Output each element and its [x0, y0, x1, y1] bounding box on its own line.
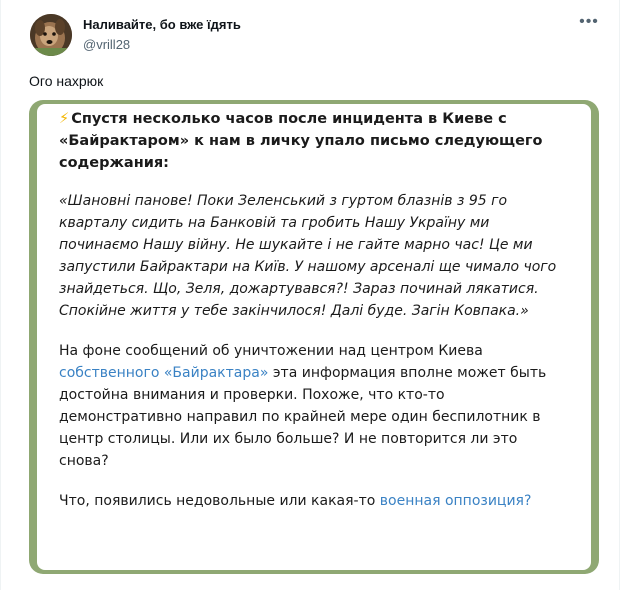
author-handle[interactable]: @vrill28 [83, 37, 130, 52]
embedded-image[interactable]: ⚡ Спустя несколько часов после инцидента … [29, 100, 599, 574]
headline-text: Спустя несколько часов после инцидента в… [59, 111, 543, 171]
lightning-icon: ⚡ [59, 111, 70, 127]
post-panel: ⚡ Спустя несколько часов после инцидента … [37, 104, 591, 570]
tweet-text: Ого нахрюк [29, 73, 104, 89]
post-content: ⚡ Спустя несколько часов после инцидента … [59, 108, 569, 530]
paragraph-2-start: Что, появились недовольные или какая-то [59, 493, 380, 509]
link-own-bayraktar[interactable]: собственного «Байрактара» [59, 365, 268, 381]
quoted-letter: «Шановні панове! Поки Зеленський з гурто… [59, 193, 557, 319]
tweet: Наливайте, бо вже їдять @vrill28 ••• Ого… [0, 0, 620, 590]
paragraph-1-start: На фоне сообщений об уничтожении над цен… [59, 343, 483, 359]
paragraph-1: На фоне сообщений об уничтожении над цен… [59, 340, 569, 472]
dog-avatar-icon [30, 14, 72, 56]
avatar[interactable] [30, 14, 72, 56]
paragraph-2: Что, появились недовольные или какая-то … [59, 490, 569, 512]
author-name[interactable]: Наливайте, бо вже їдять [83, 17, 241, 32]
more-options-icon[interactable]: ••• [577, 14, 601, 34]
post-headline: ⚡ Спустя несколько часов после инцидента … [59, 108, 569, 174]
link-military-opposition[interactable]: военная оппозиция? [380, 493, 532, 509]
